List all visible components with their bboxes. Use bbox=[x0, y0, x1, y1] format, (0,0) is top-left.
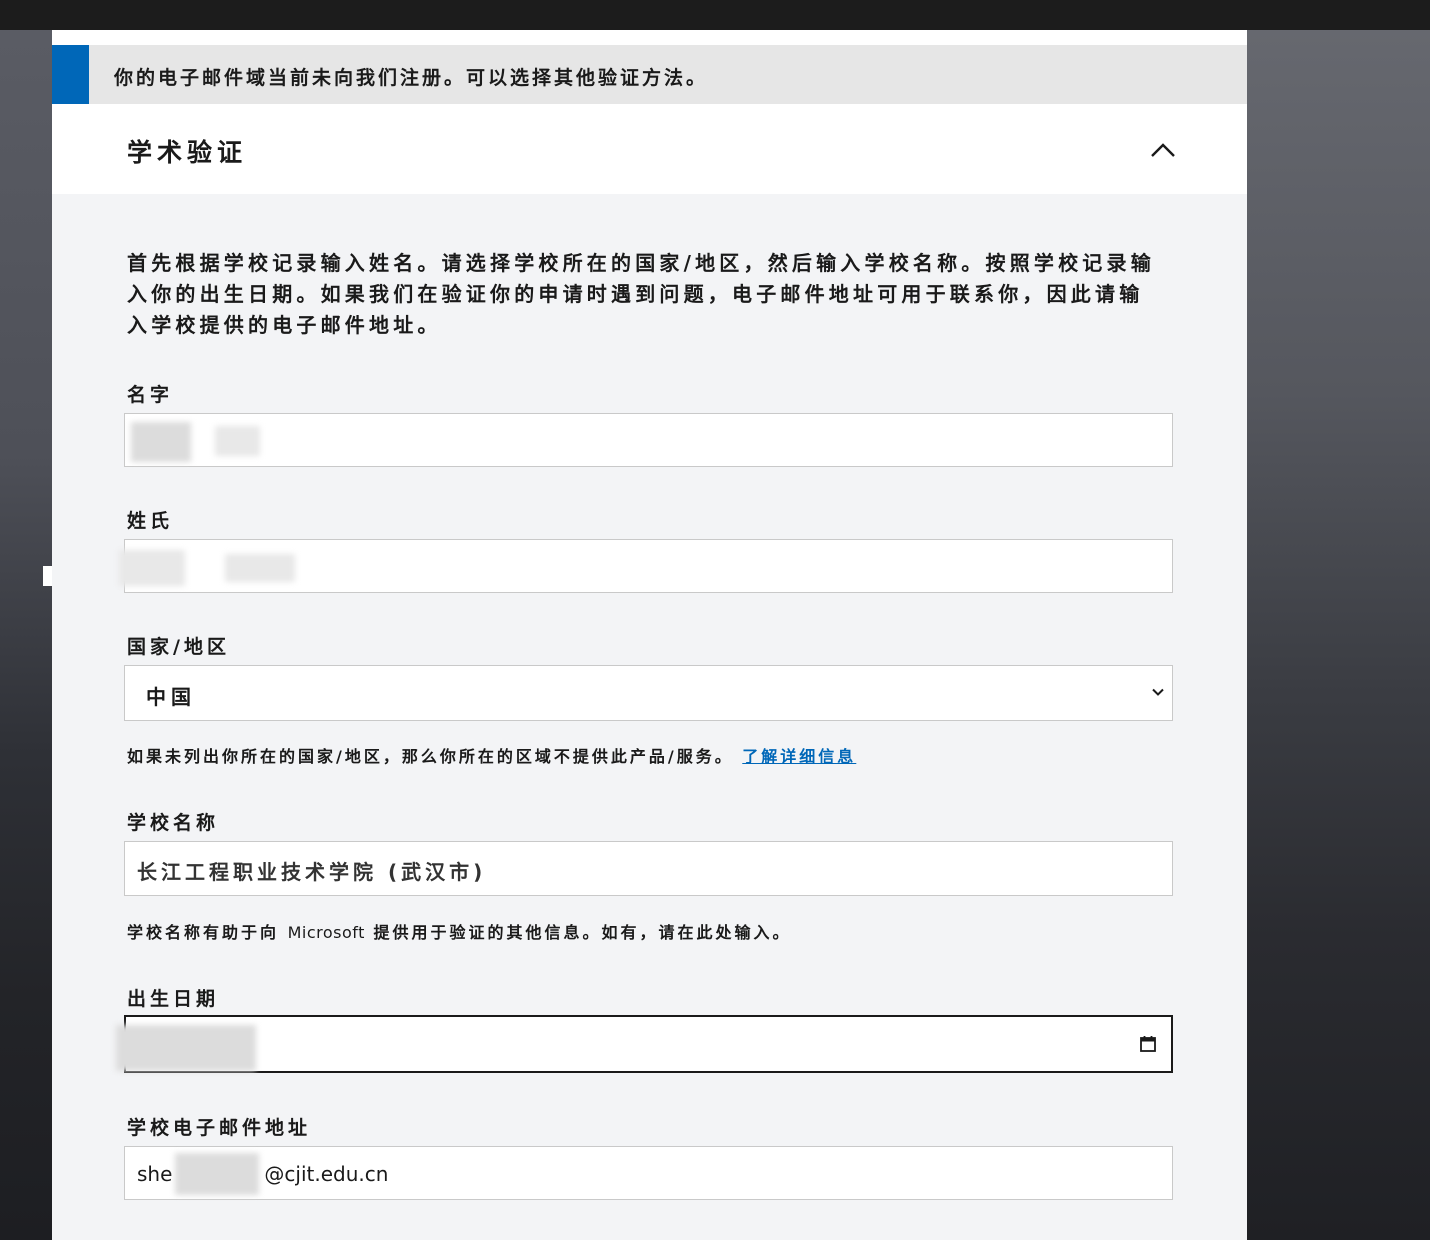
panel-top-strip bbox=[52, 30, 1247, 45]
country-selected-value: 中国 bbox=[146, 685, 196, 709]
page-backdrop-right bbox=[1247, 30, 1430, 1240]
chevron-down-icon bbox=[1152, 688, 1164, 696]
intro-text: 首先根据学校记录输入姓名。请选择学校所在的国家/地区，然后输入学校名称。按照学校… bbox=[127, 251, 1155, 337]
redacted-value bbox=[131, 422, 191, 462]
country-help: 如果未列出你所在的国家/地区，那么你所在的区域不提供此产品/服务。 了解详细信息 bbox=[127, 743, 856, 767]
country-select[interactable]: 中国 bbox=[124, 665, 1173, 721]
redacted-value bbox=[225, 554, 295, 582]
country-help-text: 如果未列出你所在的国家/地区，那么你所在的区域不提供此产品/服务。 bbox=[127, 747, 734, 766]
last-name-label: 姓氏 bbox=[127, 510, 174, 532]
email-value-suffix: @cjit.edu.cn bbox=[264, 1162, 389, 1186]
section-title: 学术验证 bbox=[127, 138, 248, 167]
school-help-suffix: 提供用于验证的其他信息。如有，请在此处输入。 bbox=[373, 923, 792, 942]
birthdate-input[interactable] bbox=[116, 1015, 1173, 1073]
redacted-value bbox=[116, 1025, 256, 1071]
redacted-value bbox=[175, 1153, 259, 1195]
section-header[interactable]: 学术验证 bbox=[52, 104, 1247, 194]
email-label: 学校电子邮件地址 bbox=[127, 1117, 312, 1139]
redacted-value bbox=[119, 550, 185, 586]
school-help: 学校名称有助于向 Microsoft 提供用于验证的其他信息。如有，请在此处输入… bbox=[127, 919, 792, 943]
school-help-brand: Microsoft bbox=[287, 923, 365, 942]
notice-banner: 你的电子邮件域当前未向我们注册。可以选择其他验证方法。 bbox=[52, 45, 1247, 104]
first-name-label: 名字 bbox=[127, 384, 174, 406]
school-value: 长江工程职业技术学院 (武汉市) bbox=[137, 860, 487, 884]
verification-panel: 你的电子邮件域当前未向我们注册。可以选择其他验证方法。 学术验证 首先根据学校记… bbox=[52, 30, 1247, 1240]
email-input[interactable]: she @cjit.edu.cn bbox=[124, 1146, 1173, 1200]
learn-more-link[interactable]: 了解详细信息 bbox=[742, 747, 856, 766]
chevron-up-icon[interactable] bbox=[1145, 132, 1181, 168]
redacted-fragment bbox=[43, 566, 52, 586]
school-label: 学校名称 bbox=[127, 812, 220, 834]
email-value-prefix: she bbox=[137, 1162, 173, 1186]
last-name-input[interactable] bbox=[119, 539, 1173, 593]
redacted-value bbox=[215, 426, 260, 456]
school-help-prefix: 学校名称有助于向 bbox=[127, 923, 280, 942]
notice-accent-bar bbox=[52, 45, 89, 104]
calendar-icon[interactable] bbox=[1139, 1035, 1157, 1053]
notice-text: 你的电子邮件域当前未向我们注册。可以选择其他验证方法。 bbox=[114, 67, 709, 89]
school-input[interactable]: 长江工程职业技术学院 (武汉市) bbox=[124, 841, 1173, 896]
first-name-input[interactable] bbox=[124, 413, 1173, 467]
birthdate-label: 出生日期 bbox=[127, 988, 220, 1010]
country-label: 国家/地区 bbox=[127, 636, 230, 658]
browser-top-bar bbox=[0, 0, 1430, 30]
